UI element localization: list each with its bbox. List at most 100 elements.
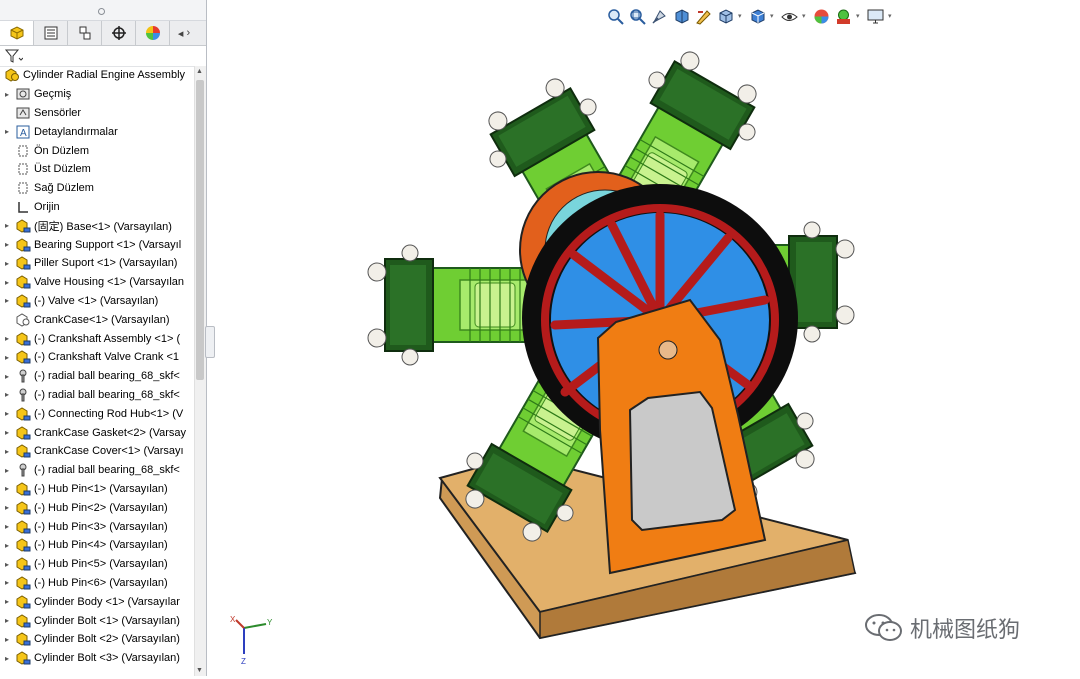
dimxpert-tab[interactable]	[102, 21, 136, 45]
tree-item-label: (-) Hub Pin<5> (Varsayılan)	[34, 558, 168, 571]
expand-arrow-icon[interactable]: ▸	[5, 221, 15, 230]
tree-item[interactable]: ▸ (-) radial ball bearing_68_skf<	[0, 386, 194, 405]
expand-arrow-icon[interactable]: ▸	[5, 278, 15, 287]
apply-scene-icon[interactable]	[834, 7, 853, 26]
dynamic-annotation-icon[interactable]	[694, 7, 713, 26]
tree-item[interactable]: ▸ (-) Hub Pin<1> (Varsayılan)	[0, 480, 194, 499]
graphics-area[interactable]	[214, 30, 1080, 676]
tree-item[interactable]: CrankCase<1> (Varsayılan)	[0, 310, 194, 329]
expand-arrow-icon[interactable]: ▸	[5, 353, 15, 362]
scroll-down-icon[interactable]: ▼	[196, 667, 203, 674]
tree-item[interactable]: Üst Düzlem	[0, 160, 194, 179]
propertymanager-tab[interactable]	[34, 21, 68, 45]
expand-arrow-icon[interactable]: ▸	[5, 127, 15, 136]
chevron-down-icon[interactable]: ▾	[738, 12, 745, 20]
expand-arrow-icon[interactable]: ▸	[5, 447, 15, 456]
tree-item[interactable]: ▸ (-) Crankshaft Valve Crank <1	[0, 348, 194, 367]
filter-icon[interactable]	[5, 49, 23, 63]
view-settings-icon[interactable]	[866, 7, 885, 26]
expand-arrow-icon[interactable]: ▸	[5, 597, 15, 606]
tree-item[interactable]: ▸ Geçmiş	[0, 85, 194, 104]
expand-arrow-icon[interactable]: ▸	[5, 616, 15, 625]
expand-arrow-icon[interactable]: ▸	[5, 240, 15, 249]
chevron-down-icon[interactable]: ▾	[888, 12, 895, 20]
tree-item-label: Bearing Support <1> (Varsayıl	[34, 238, 182, 251]
expand-arrow-icon[interactable]: ▸	[5, 466, 15, 475]
tree-item[interactable]: ▸ CrankCase Gasket<2> (Varsay	[0, 423, 194, 442]
expand-arrow-icon[interactable]: ▸	[5, 259, 15, 268]
sensor-folder-icon	[15, 106, 31, 120]
tree-item[interactable]: ▸ Cylinder Body <1> (Varsayılar	[0, 592, 194, 611]
tree-item[interactable]: ▸ Cylinder Bolt <3> (Varsayılan)	[0, 649, 194, 668]
expand-arrow-icon[interactable]: ▸	[5, 654, 15, 663]
tree-item[interactable]: Sağ Düzlem	[0, 179, 194, 198]
tree-scrollbar[interactable]: ▲ ▼	[194, 66, 206, 676]
zoom-to-area-icon[interactable]	[628, 7, 647, 26]
part-icon	[15, 557, 31, 571]
tree-item[interactable]: ▸ A Detaylandırmalar	[0, 122, 194, 141]
tree-item[interactable]: ▸ Bearing Support <1> (Varsayıl	[0, 235, 194, 254]
chevron-down-icon[interactable]: ▾	[856, 12, 863, 20]
tree-item[interactable]: ▸ Cylinder Bolt <2> (Varsayılan)	[0, 630, 194, 649]
tree-item[interactable]: ▸ Cylinder Bolt <1> (Varsayılan)	[0, 611, 194, 630]
featuremanager-tab[interactable]	[0, 21, 34, 45]
tree-item[interactable]: ▸ (-) Connecting Rod Hub<1> (V	[0, 404, 194, 423]
tree-item[interactable]: ▸ (-) Hub Pin<3> (Varsayılan)	[0, 517, 194, 536]
tree-item[interactable]: ▸ (-) Valve <1> (Varsayılan)	[0, 292, 194, 311]
tree-item[interactable]: ▸ (-) radial ball bearing_68_skf<	[0, 461, 194, 480]
expand-arrow-icon[interactable]: ▸	[5, 372, 15, 381]
tab-scroll-arrows[interactable]: ◂ ›	[170, 21, 198, 45]
expand-arrow-icon[interactable]: ▸	[5, 334, 15, 343]
tree-item[interactable]: ▸ CrankCase Cover<1> (Varsayı	[0, 442, 194, 461]
chevron-down-icon[interactable]: ▾	[802, 12, 809, 20]
chevron-left-icon[interactable]: ◂	[178, 27, 184, 40]
tree-item-label: CrankCase Cover<1> (Varsayı	[34, 445, 184, 458]
tree-item[interactable]: ▸ (-) Hub Pin<6> (Varsayılan)	[0, 574, 194, 593]
expand-arrow-icon[interactable]: ▸	[5, 578, 15, 587]
tree-item[interactable]: ▸ Piller Suport <1> (Varsayılan)	[0, 254, 194, 273]
expand-arrow-icon[interactable]: ▸	[5, 409, 15, 418]
tree-item[interactable]: Ön Düzlem	[0, 141, 194, 160]
panel-grip[interactable]	[0, 0, 206, 21]
edit-appearance-icon[interactable]	[812, 7, 831, 26]
section-view-icon[interactable]	[672, 7, 691, 26]
expand-arrow-icon[interactable]: ▸	[5, 635, 15, 644]
hide-show-icon[interactable]	[780, 7, 799, 26]
tree-root-label: Cylinder Radial Engine Assembly	[23, 69, 186, 82]
expand-arrow-icon[interactable]: ▸	[5, 484, 15, 493]
expand-arrow-icon[interactable]: ▸	[5, 296, 15, 305]
tree-item[interactable]: ▸ (-) Hub Pin<2> (Varsayılan)	[0, 498, 194, 517]
expand-arrow-icon[interactable]: ▸	[5, 90, 15, 99]
chevron-right-icon[interactable]: ›	[186, 27, 190, 39]
scroll-up-icon[interactable]: ▲	[196, 68, 203, 75]
expand-arrow-icon[interactable]: ▸	[5, 503, 15, 512]
annotations-icon: A	[15, 125, 31, 139]
display-manager-tab[interactable]	[136, 21, 170, 45]
expand-arrow-icon[interactable]: ▸	[5, 428, 15, 437]
tree-item-label: Cylinder Bolt <1> (Varsayılan)	[34, 614, 180, 627]
expand-arrow-icon[interactable]: ▸	[5, 390, 15, 399]
tree-item[interactable]: Sensörler	[0, 104, 194, 123]
tree-item-label: CrankCase Gasket<2> (Varsay	[34, 426, 187, 439]
zoom-to-fit-icon[interactable]	[606, 7, 625, 26]
display-style-icon[interactable]	[748, 7, 767, 26]
scroll-thumb[interactable]	[196, 80, 204, 380]
tree-item[interactable]: ▸ (-) radial ball bearing_68_skf<	[0, 367, 194, 386]
chevron-down-icon[interactable]: ▾	[770, 12, 777, 20]
expand-arrow-icon[interactable]: ▸	[5, 522, 15, 531]
previous-view-icon[interactable]	[650, 7, 669, 26]
expand-arrow-icon[interactable]: ▸	[5, 541, 15, 550]
tree-item[interactable]: ▸ (-) Hub Pin<4> (Varsayılan)	[0, 536, 194, 555]
tree-item-label: (-) Crankshaft Assembly <1> (	[34, 332, 181, 345]
configurationmanager-tab[interactable]	[68, 21, 102, 45]
tree-root[interactable]: Cylinder Radial Engine Assembly	[0, 66, 194, 85]
tree-item[interactable]: ▸ (-) Crankshaft Assembly <1> (	[0, 329, 194, 348]
tree-item[interactable]: ▸ Valve Housing <1> (Varsayılan	[0, 273, 194, 292]
toolbox-icon	[15, 369, 31, 383]
view-orientation-icon[interactable]	[716, 7, 735, 26]
grip-dot	[98, 8, 105, 15]
tree-item[interactable]: ▸ (-) Hub Pin<5> (Varsayılan)	[0, 555, 194, 574]
tree-item[interactable]: ▸ (固定) Base<1> (Varsayılan)	[0, 216, 194, 235]
expand-arrow-icon[interactable]: ▸	[5, 560, 15, 569]
tree-item[interactable]: Orijin	[0, 198, 194, 217]
